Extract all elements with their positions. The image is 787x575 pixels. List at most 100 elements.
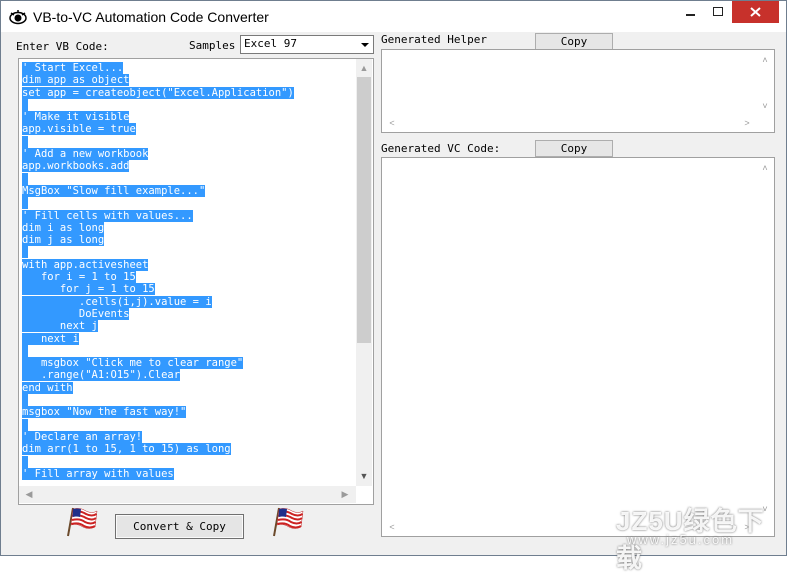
scroll-down-icon[interactable]: ˅ (757, 99, 773, 113)
code-line-text: ' Fill cells with values... (22, 209, 193, 222)
us-flag-icon (273, 507, 304, 537)
code-line-text: ' Add a new workbook (22, 148, 149, 161)
code-line-text: app.visible = true (22, 123, 136, 136)
code-line: ' Declare an array! (22, 430, 294, 443)
code-line-text (22, 455, 29, 468)
code-line-text: end with (22, 381, 73, 394)
code-line: with app.activesheet (22, 258, 294, 271)
helper-vertical-scrollbar[interactable]: ˄ ˅ (757, 50, 773, 116)
code-line (22, 197, 294, 210)
code-line-text: set app = createobject("Excel.Applicatio… (22, 86, 294, 99)
code-line-text: ' Start Excel... (22, 62, 124, 74)
code-line: for i = 1 to 15 (22, 271, 294, 284)
code-line: ' Fill cells with values... (22, 209, 294, 222)
code-line: next i (22, 332, 294, 345)
code-line-text (22, 418, 29, 431)
code-line: .range("A1:O15").Clear (22, 369, 294, 382)
code-line-text: next j (22, 320, 98, 333)
scroll-left-icon[interactable]: < (384, 520, 400, 534)
scroll-right-icon[interactable]: ▶ (337, 487, 353, 501)
vc-code-box[interactable]: ˄ ˅ < > (381, 157, 775, 537)
scroll-left-icon[interactable]: ◀ (21, 487, 37, 501)
code-line-text: ' Declare an array! (22, 430, 143, 443)
close-button[interactable] (732, 1, 779, 23)
code-line (22, 394, 294, 407)
code-line (22, 98, 294, 111)
helper-horizontal-scrollbar[interactable]: < > (382, 116, 757, 131)
code-line-text (22, 197, 29, 210)
code-line: ' Add a new workbook (22, 148, 294, 161)
editor-vertical-scrollbar[interactable]: ▲ ▼ (356, 59, 372, 486)
scroll-down-icon[interactable]: ▼ (356, 469, 372, 483)
vc-copy-button[interactable]: Copy (535, 140, 613, 157)
vb-code-text[interactable]: ' Start Excel... dim app as object set app… (22, 62, 294, 480)
helper-code-box[interactable]: ˄ ˅ < > (381, 49, 775, 133)
code-line-text (22, 394, 29, 407)
code-line: msgbox "Click me to clear range" (22, 357, 294, 370)
code-line: app.workbooks.add (22, 160, 294, 173)
code-line-text: ' Make it visible (22, 111, 130, 124)
scroll-up-icon[interactable]: ▲ (356, 61, 372, 75)
scroll-up-icon[interactable]: ˄ (757, 161, 773, 175)
window-title: VB-to-VC Automation Code Converter (33, 9, 269, 25)
code-line-text: DoEvents (22, 307, 130, 320)
vc-vertical-scrollbar[interactable]: ˄ ˅ (757, 158, 773, 519)
code-line-text: next i (22, 332, 79, 345)
code-line: DoEvents (22, 307, 294, 320)
code-line: next j (22, 320, 294, 333)
code-line: set app = createobject("Excel.Applicatio… (22, 86, 294, 99)
app-window: VB-to-VC Automation Code Converter Enter… (0, 0, 787, 573)
code-line (22, 455, 294, 468)
maximize-icon (713, 7, 723, 16)
code-line-text: dim j as long (22, 234, 105, 247)
code-line-text: for j = 1 to 15 (22, 283, 155, 296)
editor-vscroll-thumb[interactable] (357, 77, 371, 343)
minimize-button[interactable] (678, 1, 704, 23)
code-line: dim arr(1 to 15, 1 to 15) as long (22, 443, 294, 456)
generated-helper-label: Generated Helper (381, 33, 487, 46)
generated-vc-code-label: Generated VC Code: (381, 142, 501, 155)
watermark-url: www.jz5u.com (627, 532, 735, 547)
close-icon (750, 7, 761, 17)
code-line: MsgBox "Slow fill example..." (22, 184, 294, 197)
code-line-text: with app.activesheet (22, 258, 149, 271)
code-line-text (22, 344, 29, 357)
chevron-down-icon[interactable] (357, 36, 373, 53)
code-line-text: MsgBox "Slow fill example..." (22, 184, 206, 197)
samples-label: Samples (189, 39, 236, 52)
title-bar[interactable]: VB-to-VC Automation Code Converter (1, 1, 786, 32)
code-line: ' Fill array with values (22, 467, 294, 480)
code-line (22, 344, 294, 357)
code-line-text: dim i as long (22, 221, 105, 234)
code-line-text: msgbox "Now the fast way!" (22, 406, 187, 419)
code-line: .cells(i,j).value = i (22, 295, 294, 308)
code-line-text (22, 98, 29, 111)
maximize-button[interactable] (705, 1, 731, 23)
code-line (22, 418, 294, 431)
scroll-up-icon[interactable]: ˄ (757, 53, 773, 67)
eye-icon (9, 10, 27, 25)
code-line (22, 135, 294, 148)
convert-copy-button[interactable]: Convert & Copy (115, 514, 244, 539)
code-line-text (22, 172, 29, 185)
code-line-text (22, 246, 29, 259)
code-line-text: dim app as object (22, 74, 130, 87)
code-line: app.visible = true (22, 123, 294, 136)
code-line-text: .cells(i,j).value = i (22, 295, 212, 308)
code-line: dim j as long (22, 234, 294, 247)
scroll-right-icon[interactable]: > (739, 116, 755, 130)
editor-horizontal-scrollbar[interactable]: ◀ ▶ (19, 486, 356, 503)
helper-copy-button[interactable]: Copy (535, 33, 613, 50)
samples-dropdown[interactable]: Excel 97 (240, 35, 374, 54)
code-line-text: ' Fill array with values (22, 467, 174, 480)
vb-code-editor[interactable]: ' Start Excel... dim app as object set app… (18, 58, 374, 505)
code-line-text (22, 135, 29, 148)
code-line: dim app as object (22, 74, 294, 87)
code-line: for j = 1 to 15 (22, 283, 294, 296)
scroll-left-icon[interactable]: < (384, 116, 400, 130)
code-line (22, 172, 294, 185)
us-flag-icon (67, 507, 98, 537)
code-line (22, 246, 294, 259)
code-line: ' Make it visible (22, 111, 294, 124)
code-line-text: for i = 1 to 15 (22, 271, 136, 284)
